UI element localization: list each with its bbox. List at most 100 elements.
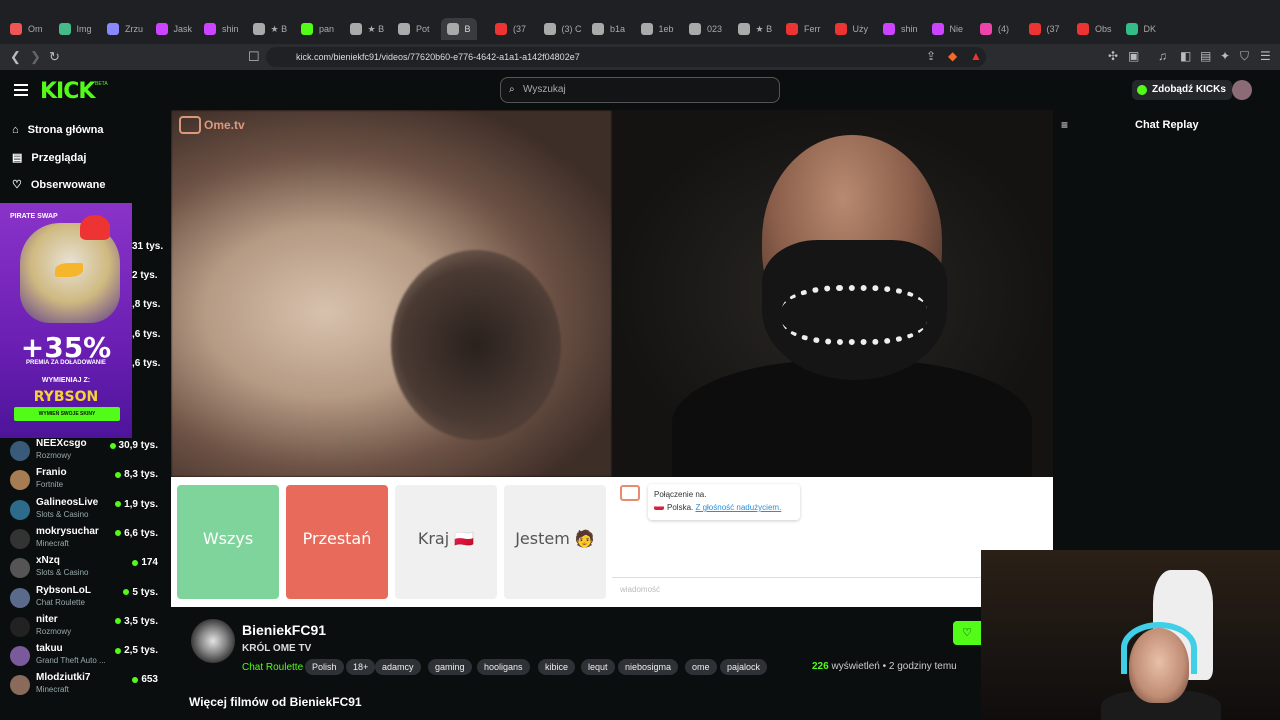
extensions-icon[interactable]: ✣: [1108, 49, 1118, 63]
tag-pill[interactable]: adamcy: [375, 659, 421, 675]
tab-favicon-icon: [786, 23, 798, 35]
sidebar-channel[interactable]: takuu Grand Theft Auto ... 2,5 tys.: [10, 643, 160, 669]
brave-shield-icon[interactable]: ◆: [948, 49, 957, 63]
browser-tab[interactable]: b1a: [586, 18, 631, 40]
sidebar-toggle-icon[interactable]: ◧: [1180, 49, 1191, 63]
video-player[interactable]: Ome.tv Wszys Przestań Kraj 🇵🇱 Jestem 🧑 P…: [171, 110, 1053, 607]
sidebar-channel[interactable]: NEEXcsgo Rozmowy 30,9 tys.: [10, 438, 160, 464]
sidebar-channel[interactable]: RybsonLoL Chat Roulette 5 tys.: [10, 585, 160, 611]
bookmark-icon[interactable]: ☐: [248, 49, 260, 65]
browser-tab[interactable]: Om: [4, 18, 49, 40]
browser-tab-label: ★ B: [367, 23, 385, 34]
browser-tab-label: B: [464, 24, 471, 34]
browser-tab-label: (37: [1046, 24, 1060, 34]
browser-tab[interactable]: shin: [877, 18, 924, 40]
sidebar-channel[interactable]: GalineosLive Slots & Casino 1,9 tys.: [10, 497, 160, 523]
browser-tab[interactable]: Ferr: [780, 18, 827, 40]
category-link[interactable]: Chat Roulette: [242, 662, 303, 673]
tab-favicon-icon: [1125, 23, 1138, 35]
browser-tab-label: b1a: [610, 24, 626, 34]
browser-tab[interactable]: Img: [53, 18, 98, 40]
sidebar-item-following[interactable]: ♡ Obserwowane: [12, 178, 105, 192]
browser-tab[interactable]: Uży: [829, 18, 875, 40]
reload-icon[interactable]: ↻: [49, 49, 60, 65]
browser-tab[interactable]: Nie: [926, 18, 970, 40]
tag-pill[interactable]: hooligans: [477, 659, 530, 675]
ometv-start-button[interactable]: Wszys: [177, 485, 279, 599]
ometv-gender-button[interactable]: Jestem 🧑: [504, 485, 606, 599]
channel-avatar: [10, 616, 30, 637]
browser-tab[interactable]: ★ B: [344, 18, 391, 40]
browser-tab[interactable]: B: [440, 18, 477, 40]
tag-pill[interactable]: pajalock: [720, 659, 768, 675]
media-icon[interactable]: ♫: [1158, 49, 1167, 63]
sidebar-channel[interactable]: niter Rozmowy 3,5 tys.: [10, 614, 160, 640]
browser-tab[interactable]: (37: [1023, 18, 1066, 40]
beta-label: BETA: [95, 81, 108, 87]
sidebar-channel[interactable]: Franio Fortnite 8,3 tys.: [10, 467, 160, 493]
tag-pill[interactable]: gaming: [428, 659, 472, 675]
promo-button[interactable]: WYMIEŃ SWOJE SKINY: [14, 407, 120, 421]
rewards-icon[interactable]: ▲: [970, 49, 982, 63]
ometv-stop-button[interactable]: Przestań: [286, 485, 388, 599]
browser-tab[interactable]: Pot: [392, 18, 436, 40]
collapse-chat-icon[interactable]: ≡: [1061, 118, 1068, 132]
browser-tab[interactable]: ★ B: [732, 18, 779, 40]
vpn-icon[interactable]: ⛉: [1240, 49, 1249, 64]
ometv-country-button[interactable]: Kraj 🇵🇱: [395, 485, 497, 599]
get-kicks-button[interactable]: Zdobądź KICKs: [1132, 80, 1232, 100]
sidebar-item-home[interactable]: ⌂ Strona główna: [12, 124, 103, 136]
sidebar-item-browse[interactable]: ▤ Przeglądaj: [12, 151, 86, 165]
tag-pill[interactable]: kibice: [538, 659, 576, 675]
kick-logo[interactable]: KICK: [40, 79, 95, 104]
channel-viewers-partial: 2 tys.: [132, 270, 158, 281]
sidebar-channel[interactable]: mokrysuchar Minecraft 6,6 tys.: [10, 526, 160, 552]
tag-pill[interactable]: niebosigma: [618, 659, 679, 675]
tag-pill[interactable]: ome: [685, 659, 717, 675]
promo-bonus-text: PREMIA ZA DOŁADOWANIE: [26, 360, 106, 366]
tag-pill[interactable]: lequt: [581, 659, 615, 675]
promo-banner[interactable]: PIRATE SWAP +35% PREMIA ZA DOŁADOWANIE W…: [0, 203, 132, 438]
share-icon[interactable]: ⇪: [926, 49, 936, 63]
browser-tab[interactable]: Jask: [150, 18, 199, 40]
browser-tab-label: Img: [76, 24, 92, 34]
search-input[interactable]: ⌕ Wyszukaj: [500, 77, 780, 103]
forward-icon[interactable]: ❯: [30, 49, 41, 65]
browser-tab[interactable]: Obs: [1071, 18, 1118, 40]
browser-tab[interactable]: Zrzu: [101, 18, 149, 40]
tag-pill[interactable]: 18+: [346, 659, 376, 675]
sidebar-channel[interactable]: xNzq Slots & Casino 174: [10, 555, 160, 581]
back-icon[interactable]: ❮: [10, 49, 21, 65]
browser-tab-label: Ferr: [804, 24, 821, 34]
sidebar-channel[interactable]: Mlodziutki7 Minecraft 653: [10, 672, 160, 698]
browser-tab[interactable]: (3) C: [538, 18, 588, 40]
downloads-icon[interactable]: ▤: [1200, 49, 1211, 63]
browser-tab-label: Nie: [949, 24, 964, 34]
time-ago: 2 godziny temu: [888, 661, 957, 672]
menu-hamburger-icon[interactable]: [14, 84, 28, 99]
tag-pill[interactable]: Polish: [305, 659, 344, 675]
browser-tab[interactable]: DK: [1120, 18, 1163, 40]
channel-viewers: 653: [132, 674, 158, 685]
browser-tab[interactable]: (37: [489, 18, 532, 40]
url-field[interactable]: kick.com/bieniekfc91/videos/77620b60-e77…: [266, 47, 986, 67]
browser-tab[interactable]: (4): [974, 18, 1015, 40]
channel-avatar[interactable]: [191, 619, 235, 663]
channel-name: Franio: [36, 467, 67, 479]
tab-favicon-icon: [834, 23, 847, 35]
user-avatar[interactable]: [1232, 80, 1252, 100]
browser-tab[interactable]: 1eb: [635, 18, 680, 40]
browser-tab[interactable]: ★ B: [247, 18, 294, 40]
browser-tab[interactable]: shin: [198, 18, 245, 40]
report-link[interactable]: Z głośność nadużyciem.: [695, 503, 781, 512]
ometv-message-input[interactable]: wiadomość: [620, 585, 660, 594]
menu-icon[interactable]: ☰: [1260, 49, 1271, 63]
channel-name[interactable]: BieniekFC91: [242, 622, 326, 638]
browser-tab[interactable]: pan: [295, 18, 340, 40]
kicks-coin-icon: [1137, 85, 1147, 95]
leo-icon[interactable]: ✦: [1220, 49, 1230, 63]
wallet-icon[interactable]: ▣: [1128, 49, 1139, 63]
browser-tab-label: pan: [319, 24, 335, 34]
browser-tab[interactable]: 023: [683, 18, 728, 40]
follow-button[interactable]: ♡: [953, 621, 981, 645]
